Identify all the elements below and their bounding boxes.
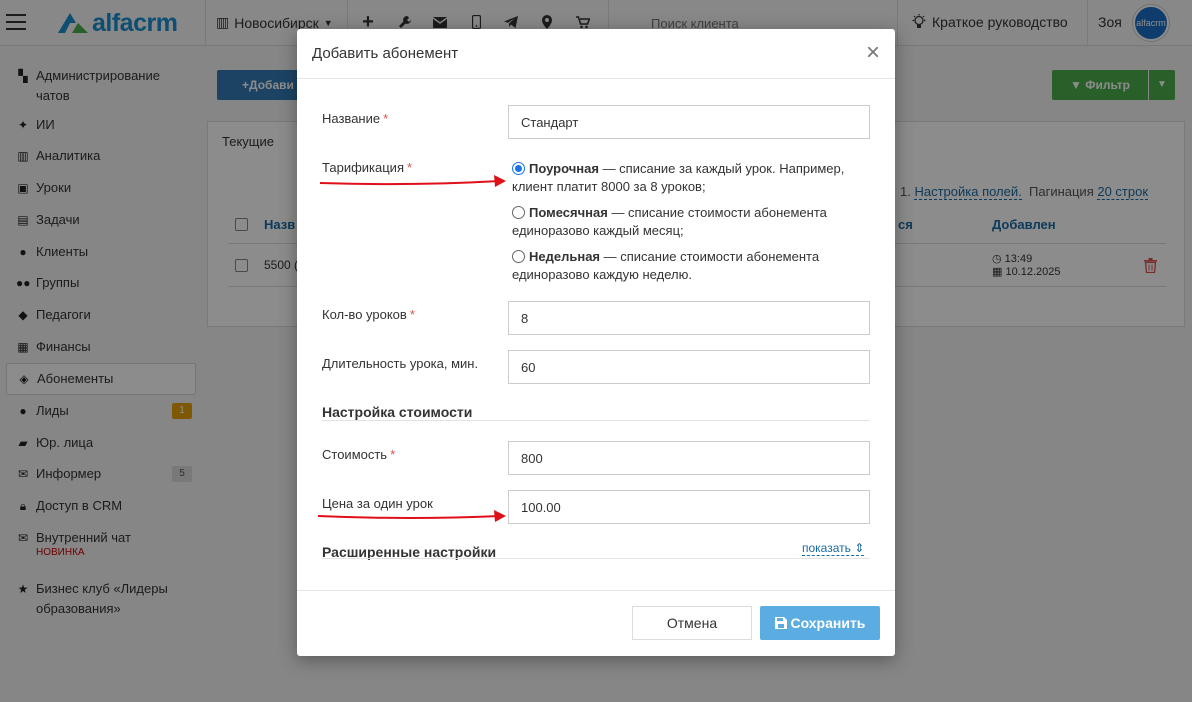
modal-title: Добавить абонемент: [312, 45, 459, 62]
save-button[interactable]: Сохранить: [760, 606, 880, 640]
option-title: Помесячная: [529, 205, 608, 220]
tariff-label-text: Тарификация: [322, 160, 404, 175]
option-title: Поурочная: [529, 161, 599, 176]
required-mark: *: [407, 160, 413, 175]
save-label: Сохранить: [790, 615, 866, 631]
cost-section-heading: Настройка стоимости: [322, 404, 473, 420]
radio-checked[interactable]: [512, 162, 525, 175]
lessons-count-input[interactable]: [508, 301, 870, 335]
cost-label: Стоимость *: [322, 447, 395, 462]
floppy-disk-icon: [774, 617, 787, 629]
cost-label-text: Стоимость: [322, 447, 388, 462]
lesson-price-input[interactable]: [508, 490, 870, 524]
tariff-option-monthly[interactable]: Помесячная — списание стоимости абонемен…: [512, 204, 867, 240]
name-label-text: Название: [322, 111, 381, 126]
lessons-label-text: Кол-во уроков: [322, 307, 407, 322]
modal-header-divider: [297, 78, 895, 79]
required-mark: *: [409, 307, 415, 322]
radio-unchecked[interactable]: [512, 206, 525, 219]
lesson-duration-label: Длительность урока, мин.: [322, 356, 479, 371]
required-mark: *: [383, 111, 389, 126]
lesson-duration-input[interactable]: [508, 350, 870, 384]
close-icon[interactable]: ×: [862, 41, 884, 65]
name-input[interactable]: [508, 105, 870, 139]
lessons-count-label: Кол-во уроков *: [322, 307, 415, 322]
lesson-price-label: Цена за один урок: [322, 496, 433, 511]
tariff-label: Тарификация *: [322, 160, 412, 175]
cost-input[interactable]: [508, 441, 870, 475]
section-divider: [322, 558, 870, 559]
section-divider: [322, 420, 870, 421]
show-advanced-link[interactable]: показать ⇕: [802, 541, 865, 556]
tariff-option-per-lesson[interactable]: Поурочная — списание за каждый урок. Нап…: [512, 160, 867, 196]
name-label: Название *: [322, 111, 388, 126]
add-subscription-modal: Добавить абонемент × Название* Тарификац…: [297, 29, 895, 656]
radio-unchecked[interactable]: [512, 250, 525, 263]
option-title: Недельная: [529, 249, 601, 264]
tariff-option-weekly[interactable]: Недельная — списание стоимости абонемент…: [512, 248, 867, 284]
cancel-button[interactable]: Отмена: [632, 606, 752, 640]
required-mark: *: [390, 447, 396, 462]
modal-footer-divider: [297, 590, 895, 591]
